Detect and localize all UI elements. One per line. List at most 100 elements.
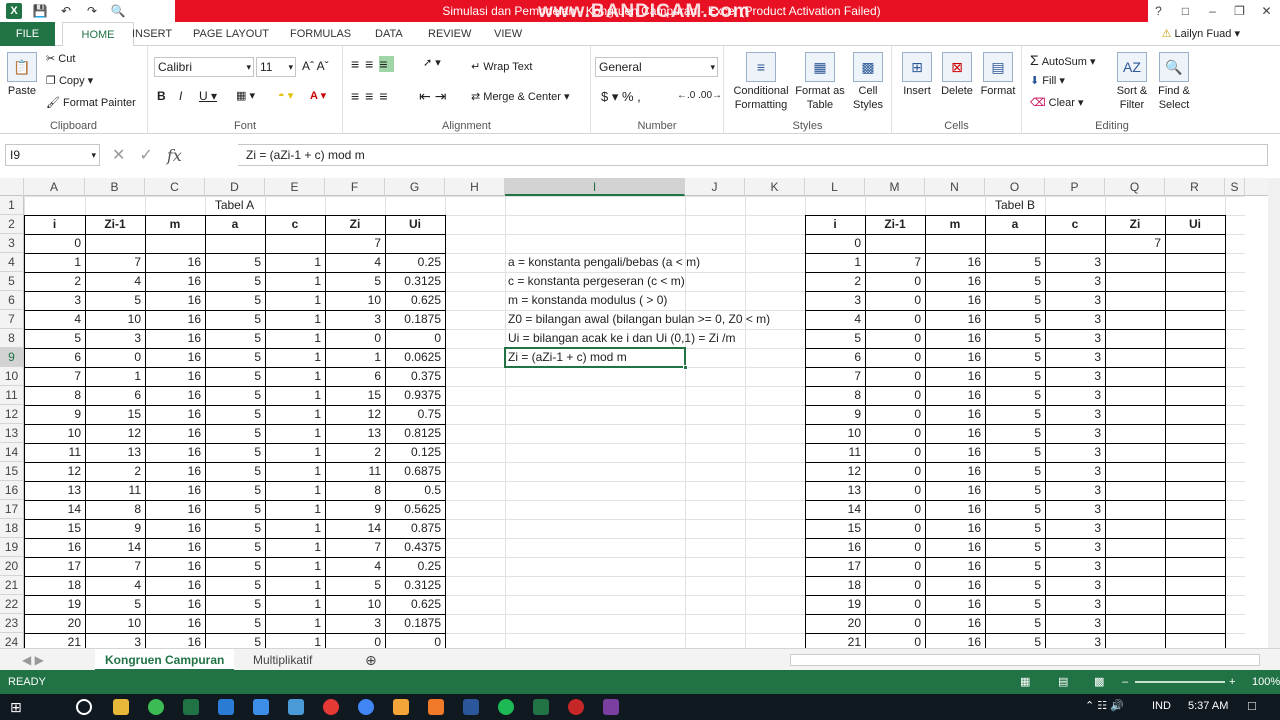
table-b-cell[interactable]: 0 <box>805 234 865 253</box>
table-a-cell[interactable]: 5 <box>205 633 265 648</box>
table-a-cell[interactable]: 4 <box>85 272 145 291</box>
table-a-cell[interactable]: 8 <box>325 481 385 500</box>
table-a-cell[interactable]: 5 <box>205 462 265 481</box>
table-b-cell[interactable]: 3 <box>1045 386 1105 405</box>
table-a-cell[interactable]: 0.0625 <box>385 348 445 367</box>
column-header-c[interactable]: C <box>145 178 205 196</box>
table-a-cell[interactable]: 7 <box>325 538 385 557</box>
column-header-i[interactable]: I <box>505 178 685 196</box>
table-b-header[interactable]: i <box>805 215 865 234</box>
italic-button[interactable]: I <box>179 89 182 103</box>
table-b-cell[interactable]: 3 <box>1045 272 1105 291</box>
table-a-cell[interactable]: 16 <box>145 462 205 481</box>
table-a-cell[interactable]: 0.5625 <box>385 500 445 519</box>
table-b-cell[interactable]: 19 <box>805 595 865 614</box>
table-a-cell[interactable]: 0.1875 <box>385 614 445 633</box>
row-header-5[interactable]: 5 <box>0 272 24 291</box>
insert-function-icon[interactable]: fx <box>167 146 182 165</box>
table-a-cell[interactable]: 0.875 <box>385 519 445 538</box>
table-b-cell[interactable]: 5 <box>985 557 1045 576</box>
table-a-cell[interactable]: 0.3125 <box>385 576 445 595</box>
undo-icon[interactable]: ↶ <box>58 3 74 19</box>
table-a-cell[interactable]: 3 <box>325 614 385 633</box>
table-b-cell[interactable]: 16 <box>925 253 985 272</box>
table-b-cell[interactable]: 5 <box>985 443 1045 462</box>
table-b-cell[interactable]: 0 <box>865 557 925 576</box>
table-a-cell[interactable]: 5 <box>325 272 385 291</box>
vertical-scrollbar[interactable] <box>1268 178 1280 648</box>
row-header-20[interactable]: 20 <box>0 557 24 576</box>
language-indicator[interactable]: IND <box>1152 700 1171 712</box>
zoom-in-icon[interactable]: + <box>1229 670 1235 694</box>
app-icon-6[interactable] <box>428 699 444 715</box>
table-b-cell[interactable]: 2 <box>805 272 865 291</box>
cancel-icon[interactable]: ✕ <box>112 145 125 165</box>
copy-button[interactable]: ❐ Copy ▾ <box>46 74 93 87</box>
vertical-align-icons[interactable]: ≡≡≡ <box>351 56 394 72</box>
table-b-cell[interactable]: 5 <box>985 614 1045 633</box>
table-a-cell[interactable]: 16 <box>145 253 205 272</box>
format-as-table-button[interactable]: ▦ Format as Table <box>794 52 846 112</box>
table-b-cell[interactable]: 0 <box>865 291 925 310</box>
table-b-cell[interactable]: 5 <box>985 576 1045 595</box>
table-b-cell[interactable]: 16 <box>925 557 985 576</box>
borders-icon[interactable]: ▦ ▾ <box>236 89 255 102</box>
table-b-cell[interactable]: 3 <box>1045 405 1105 424</box>
app-icon-2[interactable] <box>183 699 199 715</box>
tab-page-layout[interactable]: PAGE LAYOUT <box>193 22 269 46</box>
decimal-icons[interactable]: ←.0 .00→ <box>677 90 722 101</box>
table-a-cell[interactable]: 8 <box>24 386 85 405</box>
column-header-g[interactable]: G <box>385 178 445 196</box>
table-b-cell[interactable]: 5 <box>985 538 1045 557</box>
currency-icon[interactable]: $ ▾ % , <box>601 89 641 105</box>
app-icon-1[interactable] <box>148 699 164 715</box>
excel-taskbar-icon[interactable] <box>533 699 549 715</box>
table-b-cell[interactable]: 10 <box>805 424 865 443</box>
cut-button[interactable]: ✂ Cut <box>46 52 75 65</box>
table-b-cell[interactable]: 0 <box>865 405 925 424</box>
select-all-corner[interactable] <box>0 178 24 196</box>
zoom-out-icon[interactable]: – <box>1122 670 1128 694</box>
table-b-cell[interactable]: 5 <box>985 386 1045 405</box>
table-b-cell[interactable]: 0 <box>865 424 925 443</box>
table-b-cell[interactable]: 3 <box>1045 348 1105 367</box>
row-header-15[interactable]: 15 <box>0 462 24 481</box>
prev-sheet-icon[interactable]: ◀ ▶ <box>12 649 54 671</box>
table-a-cell[interactable]: 3 <box>85 633 145 648</box>
table-b-cell[interactable]: 3 <box>1045 538 1105 557</box>
table-b-cell[interactable]: 0 <box>865 595 925 614</box>
table-a-cell[interactable]: 0.9375 <box>385 386 445 405</box>
table-b-cell[interactable]: 5 <box>985 424 1045 443</box>
table-a-header[interactable]: c <box>265 215 325 234</box>
row-header-22[interactable]: 22 <box>0 595 24 614</box>
table-b-cell[interactable]: 5 <box>985 462 1045 481</box>
table-a-cell[interactable]: 4 <box>325 253 385 272</box>
font-name-select[interactable]: Calibri ▾ <box>154 57 254 77</box>
table-a-cell[interactable]: 5 <box>205 272 265 291</box>
table-a-cell[interactable]: 1 <box>265 557 325 576</box>
table-a-cell[interactable]: 4 <box>85 576 145 595</box>
table-a-cell[interactable]: 5 <box>205 595 265 614</box>
table-a-cell[interactable]: 16 <box>145 367 205 386</box>
table-a-cell[interactable]: 5 <box>205 538 265 557</box>
table-a-cell[interactable]: 3 <box>24 291 85 310</box>
table-a-cell[interactable]: 0.5 <box>385 481 445 500</box>
row-header-24[interactable]: 24 <box>0 633 24 648</box>
table-a-header[interactable]: a <box>205 215 265 234</box>
table-b-cell[interactable]: 3 <box>1045 595 1105 614</box>
table-a-cell[interactable]: 5 <box>205 424 265 443</box>
table-a-cell[interactable]: 16 <box>145 405 205 424</box>
row-header-21[interactable]: 21 <box>0 576 24 595</box>
help-icon[interactable]: ? <box>1145 0 1172 22</box>
row-header-10[interactable]: 10 <box>0 367 24 386</box>
table-a-cell[interactable]: 5 <box>205 405 265 424</box>
format-painter-button[interactable]: 🖌 Format Painter <box>46 96 136 109</box>
table-a-cell[interactable]: 0 <box>325 633 385 648</box>
row-header-14[interactable]: 14 <box>0 443 24 462</box>
table-b-cell[interactable]: 16 <box>925 386 985 405</box>
table-a-cell[interactable]: 20 <box>24 614 85 633</box>
table-a-cell[interactable]: 11 <box>85 481 145 500</box>
row-header-3[interactable]: 3 <box>0 234 24 253</box>
table-b-cell[interactable]: 12 <box>805 462 865 481</box>
table-b-cell[interactable]: 16 <box>925 443 985 462</box>
